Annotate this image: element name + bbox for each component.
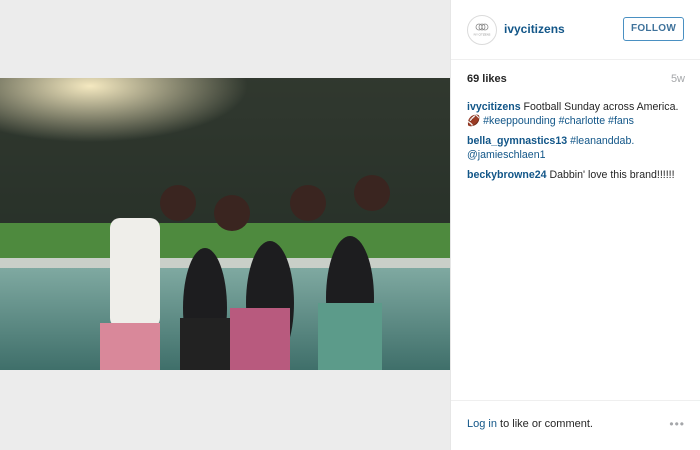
mention-link[interactable]: @jamieschlaen1 <box>467 149 545 161</box>
hashtag-link[interactable]: #keeppounding <box>483 115 555 127</box>
comment: beckybrowne24 Dabbin' love this brand!!!… <box>467 168 685 182</box>
media-pane <box>0 0 450 450</box>
comment: bella_gymnastics13 #leananddab. @jamiesc… <box>467 134 685 162</box>
comment-username[interactable]: bella_gymnastics13 <box>467 135 567 147</box>
comments-list: ivycitizens Football Sunday across Ameri… <box>467 100 685 188</box>
more-options-icon[interactable]: ••• <box>669 417 685 431</box>
ivy-logo-icon: IVY CITIZENS <box>474 23 491 37</box>
likes-count[interactable]: 69 likes <box>467 73 507 85</box>
comment-text: Dabbin' love this brand!!!!!! <box>546 169 675 181</box>
login-link[interactable]: Log in <box>467 418 497 430</box>
comment: ivycitizens Football Sunday across Ameri… <box>467 100 685 128</box>
post-footer: Log in to like or comment. ••• <box>451 400 700 450</box>
follow-button[interactable]: FOLLOW <box>623 17 684 41</box>
comment-username[interactable]: ivycitizens <box>467 101 521 113</box>
post-photo[interactable] <box>0 78 450 370</box>
post-details-panel: IVY CITIZENS ivycitizens FOLLOW 69 likes… <box>450 0 700 450</box>
avatar[interactable]: IVY CITIZENS <box>467 15 497 45</box>
post-stats: 69 likes 5w <box>467 73 685 89</box>
comment-username[interactable]: beckybrowne24 <box>467 169 547 181</box>
login-prompt-text: to like or comment. <box>496 418 593 430</box>
hashtag-link[interactable]: #charlotte <box>559 115 606 127</box>
author-username[interactable]: ivycitizens <box>504 22 565 36</box>
login-prompt: Log in to like or comment. <box>467 418 593 430</box>
post-header: IVY CITIZENS ivycitizens FOLLOW <box>451 0 700 60</box>
hashtag-link[interactable]: #fans <box>608 115 634 127</box>
photo-illustration <box>0 78 450 370</box>
hashtag-link[interactable]: #leananddab. <box>570 135 634 147</box>
avatar-logo-text: IVY CITIZENS <box>474 33 491 37</box>
post-age[interactable]: 5w <box>671 73 685 85</box>
